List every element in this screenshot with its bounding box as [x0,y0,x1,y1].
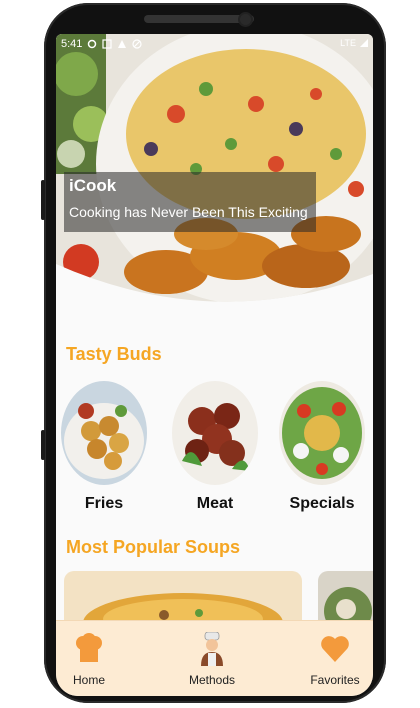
phone-speaker [144,15,254,23]
section-title-popular-soups: Most Popular Soups [66,537,241,557]
chef-icon [201,632,223,666]
fries-image [61,381,147,485]
meat-image [172,381,258,485]
phone-side-button [41,430,45,460]
blocked-icon [132,39,143,49]
phone-side-button [41,180,45,220]
hero-food-image [56,34,373,302]
nav-label: Favorites [310,673,360,687]
category-specials[interactable]: Specials [278,381,366,513]
app-title: iCook [69,176,117,195]
nav-label: Methods [188,673,236,687]
phone-camera [240,14,251,25]
category-label: Meat [196,495,234,512]
hero-caption: iCook Cooking has Never Been This Exciti… [64,172,316,232]
nav-home[interactable]: Home [64,631,114,687]
category-meat[interactable]: Meat [171,381,259,513]
status-time: 5:41 [61,38,83,50]
status-bar: 5:41 LTE [56,34,373,56]
category-label: Fries [84,495,124,512]
nav-label: Home [72,673,105,687]
settings-icon [88,39,97,49]
image-icon [102,39,113,49]
nav-favorites[interactable]: Favorites [306,631,364,687]
nav-methods[interactable]: Methods [177,631,247,687]
network-type: LTE [340,38,356,48]
app-screen: 5:41 LTE iCook Cooking has Never Been Th… [56,34,373,696]
category-label: Specials [289,495,355,512]
signal-icon [360,39,368,47]
app-tagline: Cooking has Never Been This Exciting [69,204,308,220]
bottom-navigation: Home Methods Favorites [56,620,373,696]
warning-icon [118,40,127,48]
chef-hat-icon [76,633,102,662]
section-title-tasty-buds: Tasty Buds [66,344,162,364]
specials-image [279,381,365,485]
heart-icon [321,636,349,662]
hero-banner: 5:41 LTE iCook Cooking has Never Been Th… [56,34,373,302]
category-fries[interactable]: Fries [60,381,148,513]
